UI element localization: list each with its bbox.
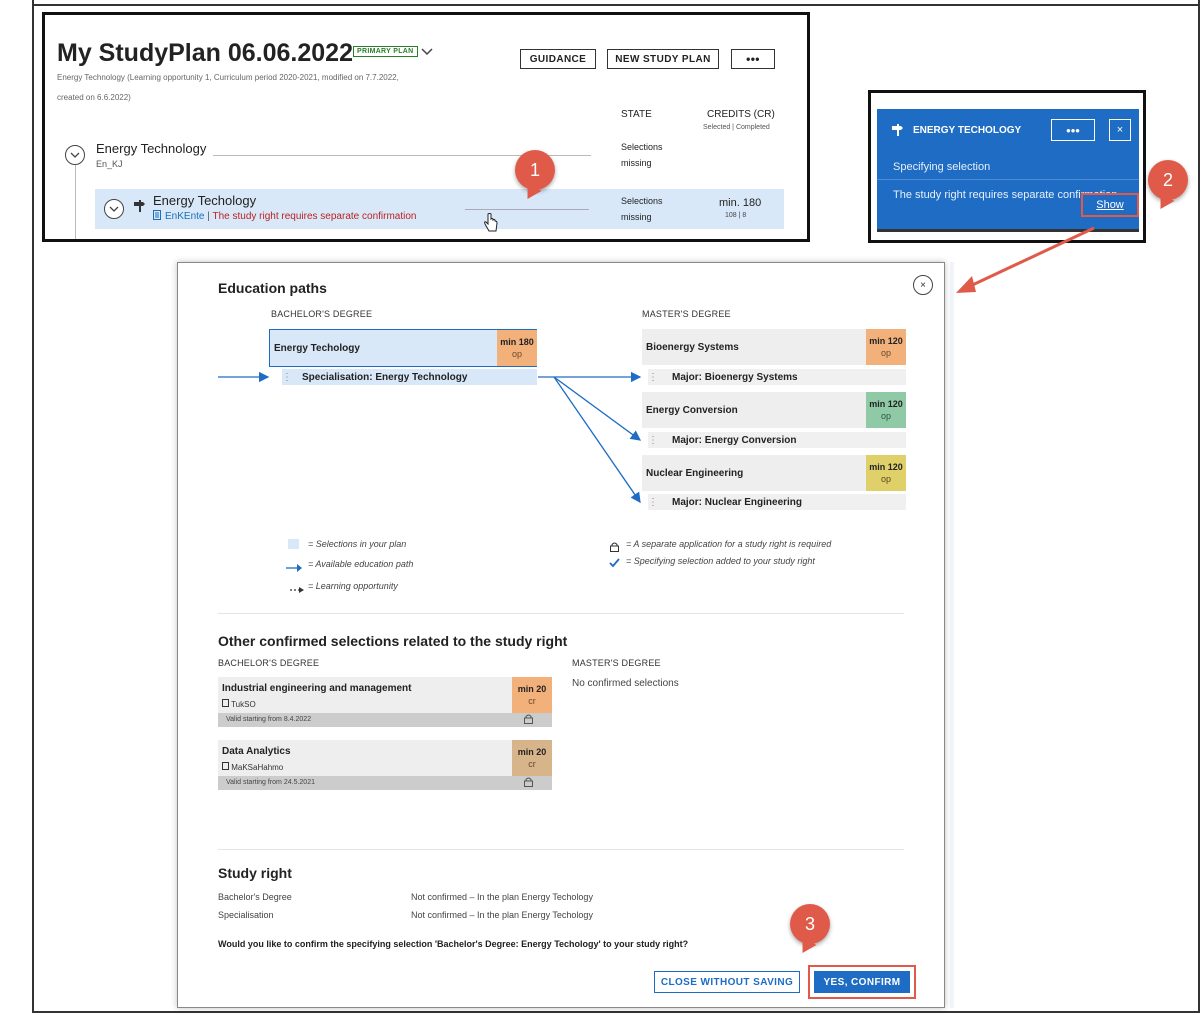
credit-tag-value: min 20 [517, 684, 547, 694]
credit-tag: min 20 cr [512, 740, 552, 776]
confirmed-selection-card[interactable]: Industrial engineering and management Tu… [218, 677, 552, 729]
card-title: Data Analytics [222, 746, 291, 757]
education-paths-modal: Education paths × BACHELOR'S DEGREE MAST… [177, 262, 945, 1008]
credit-tag-unit: cr [528, 759, 536, 769]
lock-icon [524, 714, 533, 727]
card-title: Industrial engineering and management [222, 683, 412, 694]
confirm-highlight: YES, CONFIRM [808, 965, 916, 999]
credit-tag-value: min 20 [517, 747, 547, 757]
card-code: MaKSaHahmo [222, 762, 283, 772]
divider [218, 613, 904, 614]
card-code-text: MaKSaHahmo [231, 763, 284, 772]
legend-available: = Available education path [308, 559, 414, 569]
callout-badge-3: 3 [790, 904, 830, 944]
study-right-title: Study right [218, 865, 292, 881]
confirmed-selection-card[interactable]: Data Analytics MaKSaHahmo min 20 cr Vali… [218, 740, 552, 792]
bachelor-caption: BACHELOR'S DEGREE [218, 658, 320, 668]
education-path-arrows [218, 371, 642, 504]
card-valid-from: Valid starting from 8.4.2022 [218, 713, 552, 727]
credit-tag: min 20 cr [512, 677, 552, 713]
study-right-label: Specialisation [218, 910, 274, 920]
document-icon [222, 699, 231, 709]
document-icon [222, 762, 231, 772]
legend-learning: = Learning opportunity [308, 581, 398, 591]
card-code: TukSO [222, 699, 256, 709]
card-valid-from: Valid starting from 24.5.2021 [218, 776, 552, 790]
close-without-saving-button[interactable]: CLOSE WITHOUT SAVING [654, 971, 800, 993]
confirm-question: Would you like to confirm the specifying… [218, 939, 689, 949]
study-right-label: Bachelor's Degree [218, 892, 292, 902]
checkmark-icon [609, 555, 620, 573]
lock-icon [524, 777, 533, 790]
credit-tag-unit: cr [528, 696, 536, 706]
yes-confirm-button[interactable]: YES, CONFIRM [814, 971, 910, 993]
no-confirmed-text: No confirmed selections [572, 678, 679, 689]
study-right-value: Not confirmed – In the plan Energy Techo… [411, 910, 593, 920]
dashed-arrow-icon [290, 581, 304, 599]
legend-specifying: = Specifying selection added to your stu… [626, 556, 815, 566]
legend-selections: = Selections in your plan [308, 539, 407, 549]
study-right-value: Not confirmed – In the plan Energy Techo… [411, 892, 593, 902]
card-code-text: TukSO [231, 700, 256, 709]
legend-separate: = A separate application for a study rig… [626, 539, 832, 549]
master-caption: MASTER'S DEGREE [572, 658, 661, 668]
divider [218, 849, 904, 850]
arrow-right-icon [286, 559, 302, 577]
other-selections-title: Other confirmed selections related to th… [218, 633, 568, 649]
selection-swatch-icon [288, 539, 299, 549]
